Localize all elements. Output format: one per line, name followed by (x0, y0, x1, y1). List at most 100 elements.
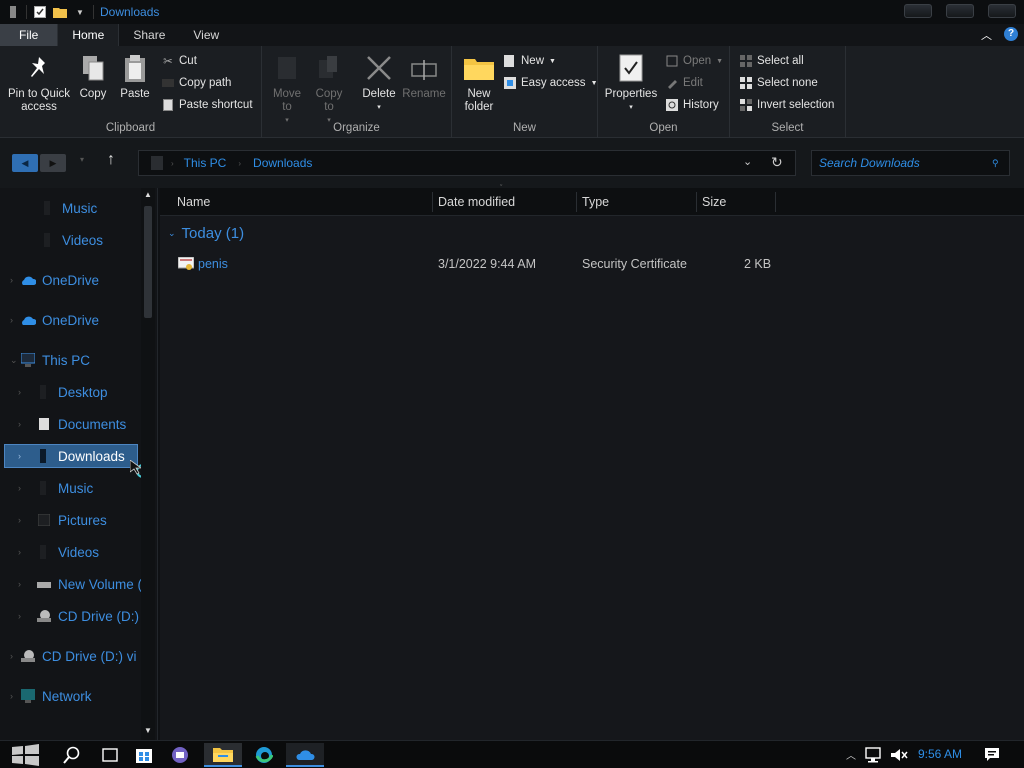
nav-item-cd-drive[interactable]: › CD Drive (D:) vi (10, 644, 142, 668)
select-all-button[interactable]: Select all (740, 52, 804, 70)
delete-button[interactable]: Delete ▾ (360, 52, 398, 114)
copy-to-button[interactable]: Copy to ▾ (310, 52, 348, 127)
properties-button[interactable]: Properties ▾ (602, 52, 660, 114)
search-input[interactable] (819, 156, 984, 170)
close-button[interactable] (988, 4, 1016, 18)
copy-button[interactable]: Copy (76, 52, 110, 101)
easy-access-button[interactable]: Easy access ▼ (504, 74, 598, 92)
breadcrumb-this-pc[interactable]: This PC (184, 156, 227, 170)
chat-app-icon[interactable] (170, 745, 190, 765)
recent-locations-icon[interactable]: ▾ (80, 155, 84, 164)
column-separator[interactable] (696, 192, 697, 212)
hidden-icons-chevron-icon[interactable]: ︿ (846, 747, 856, 762)
search-icon[interactable] (62, 745, 82, 765)
scroll-up-icon[interactable]: ▲ (144, 190, 152, 199)
nav-item-onedrive[interactable]: › OneDrive (10, 268, 99, 292)
tab-file[interactable]: File (0, 24, 58, 46)
nav-item-new-volume[interactable]: › New Volume ( (18, 572, 142, 596)
chevron-down-icon[interactable]: ⌄ (168, 228, 176, 239)
address-dropdown-icon[interactable]: ⌄ (743, 155, 752, 168)
chevron-right-icon[interactable]: › (18, 387, 28, 397)
scrollbar-thumb[interactable] (144, 206, 152, 318)
scroll-down-icon[interactable]: ▼ (144, 726, 152, 735)
chevron-right-icon[interactable]: › (10, 651, 20, 661)
tab-home[interactable]: Home (57, 24, 120, 46)
select-none-button[interactable]: Select none (740, 74, 818, 92)
maximize-button[interactable] (946, 4, 974, 18)
chevron-right-icon[interactable]: › (10, 275, 20, 285)
nav-item-videos[interactable]: Videos (40, 228, 103, 252)
column-separator[interactable] (775, 192, 776, 212)
nav-item-music[interactable]: › Music (18, 476, 93, 500)
chevron-right-icon[interactable]: › (18, 483, 28, 493)
nav-item-pictures[interactable]: › Pictures (18, 508, 107, 532)
group-header[interactable]: ⌄ Today (1) (168, 225, 244, 242)
up-arrow-icon[interactable]: ↑ (107, 151, 115, 169)
task-view-icon[interactable] (100, 745, 120, 765)
open-button[interactable]: Open ▼ (666, 52, 723, 70)
column-date-modified[interactable]: Date modified (438, 195, 515, 209)
new-item-button[interactable]: New ▼ (504, 52, 556, 70)
chevron-right-icon[interactable]: › (18, 451, 28, 461)
quick-access-dropdown-icon[interactable]: ▼ (73, 5, 87, 19)
file-row[interactable]: penis 3/1/2022 9:44 AM Security Certific… (176, 254, 796, 274)
system-menu-icon[interactable] (6, 5, 20, 19)
column-size[interactable]: Size (702, 195, 726, 209)
volume-muted-icon[interactable] (889, 745, 909, 765)
rename-button[interactable]: Rename (402, 52, 446, 101)
forward-button[interactable]: ▶ (40, 154, 66, 172)
paste-shortcut-button[interactable]: Paste shortcut (162, 96, 253, 114)
cut-button[interactable]: ✂ Cut (162, 52, 197, 70)
edge-browser-icon[interactable] (254, 745, 274, 765)
start-button[interactable] (8, 743, 42, 767)
nav-item-this-pc[interactable]: ⌄ This PC (10, 348, 90, 372)
taskbar-clock[interactable]: 9:56 AM (918, 747, 962, 761)
tab-share[interactable]: Share (119, 24, 179, 46)
new-folder-quick-icon[interactable] (53, 5, 67, 19)
chevron-right-icon[interactable]: › (18, 419, 28, 429)
file-name[interactable]: penis (198, 257, 228, 271)
breadcrumb-separator-icon[interactable]: › (171, 159, 174, 168)
nav-item-cd-drive[interactable]: › CD Drive (D:) (18, 604, 142, 628)
properties-quick-icon[interactable] (33, 5, 47, 19)
column-separator[interactable] (576, 192, 577, 212)
notifications-icon[interactable] (982, 745, 1002, 765)
new-folder-button[interactable]: New folder (460, 52, 498, 114)
search-box[interactable]: ⚲ (811, 150, 1010, 176)
invert-selection-button[interactable]: Invert selection (740, 96, 834, 114)
chevron-right-icon[interactable]: › (18, 579, 28, 589)
column-type[interactable]: Type (582, 195, 609, 209)
breadcrumb-separator-icon[interactable]: › (238, 159, 241, 168)
tab-view[interactable]: View (179, 24, 233, 46)
nav-item-desktop[interactable]: › Desktop (18, 380, 108, 404)
navigation-scrollbar[interactable]: ▲ ▼ (141, 188, 155, 740)
file-explorer-taskbar-icon[interactable] (204, 743, 242, 767)
store-icon[interactable] (134, 745, 154, 765)
move-to-button[interactable]: Move to ▾ (268, 52, 306, 127)
column-separator[interactable] (432, 192, 433, 212)
chevron-right-icon[interactable]: › (10, 315, 20, 325)
nav-item-onedrive[interactable]: › OneDrive (10, 308, 99, 332)
column-name[interactable]: Name (177, 195, 210, 209)
paste-button[interactable]: Paste (116, 52, 154, 101)
onedrive-taskbar-icon[interactable] (286, 743, 324, 767)
chevron-right-icon[interactable]: › (18, 611, 28, 621)
collapse-ribbon-icon[interactable]: ︿ (981, 27, 992, 43)
minimize-button[interactable] (904, 4, 932, 18)
search-icon[interactable]: ⚲ (992, 158, 999, 169)
pin-quick-access-button[interactable]: Pin to Quick access (4, 52, 74, 114)
nav-item-network[interactable]: › Network (10, 684, 92, 708)
refresh-icon[interactable]: ↻ (771, 154, 783, 171)
chevron-right-icon[interactable]: › (10, 691, 20, 701)
network-status-icon[interactable] (864, 745, 884, 765)
help-icon[interactable]: ? (1004, 27, 1018, 41)
nav-item-music[interactable]: Music (40, 196, 97, 220)
nav-item-downloads[interactable]: › Downloads (4, 444, 138, 468)
breadcrumb-downloads[interactable]: Downloads (253, 156, 312, 170)
edit-button[interactable]: Edit (666, 74, 703, 92)
chevron-right-icon[interactable]: › (18, 547, 28, 557)
chevron-right-icon[interactable]: › (18, 515, 28, 525)
address-bar[interactable]: › This PC › Downloads ⌄ ↻ (138, 150, 796, 176)
copy-path-button[interactable]: Copy path (162, 74, 231, 92)
nav-item-documents[interactable]: › Documents (18, 412, 126, 436)
